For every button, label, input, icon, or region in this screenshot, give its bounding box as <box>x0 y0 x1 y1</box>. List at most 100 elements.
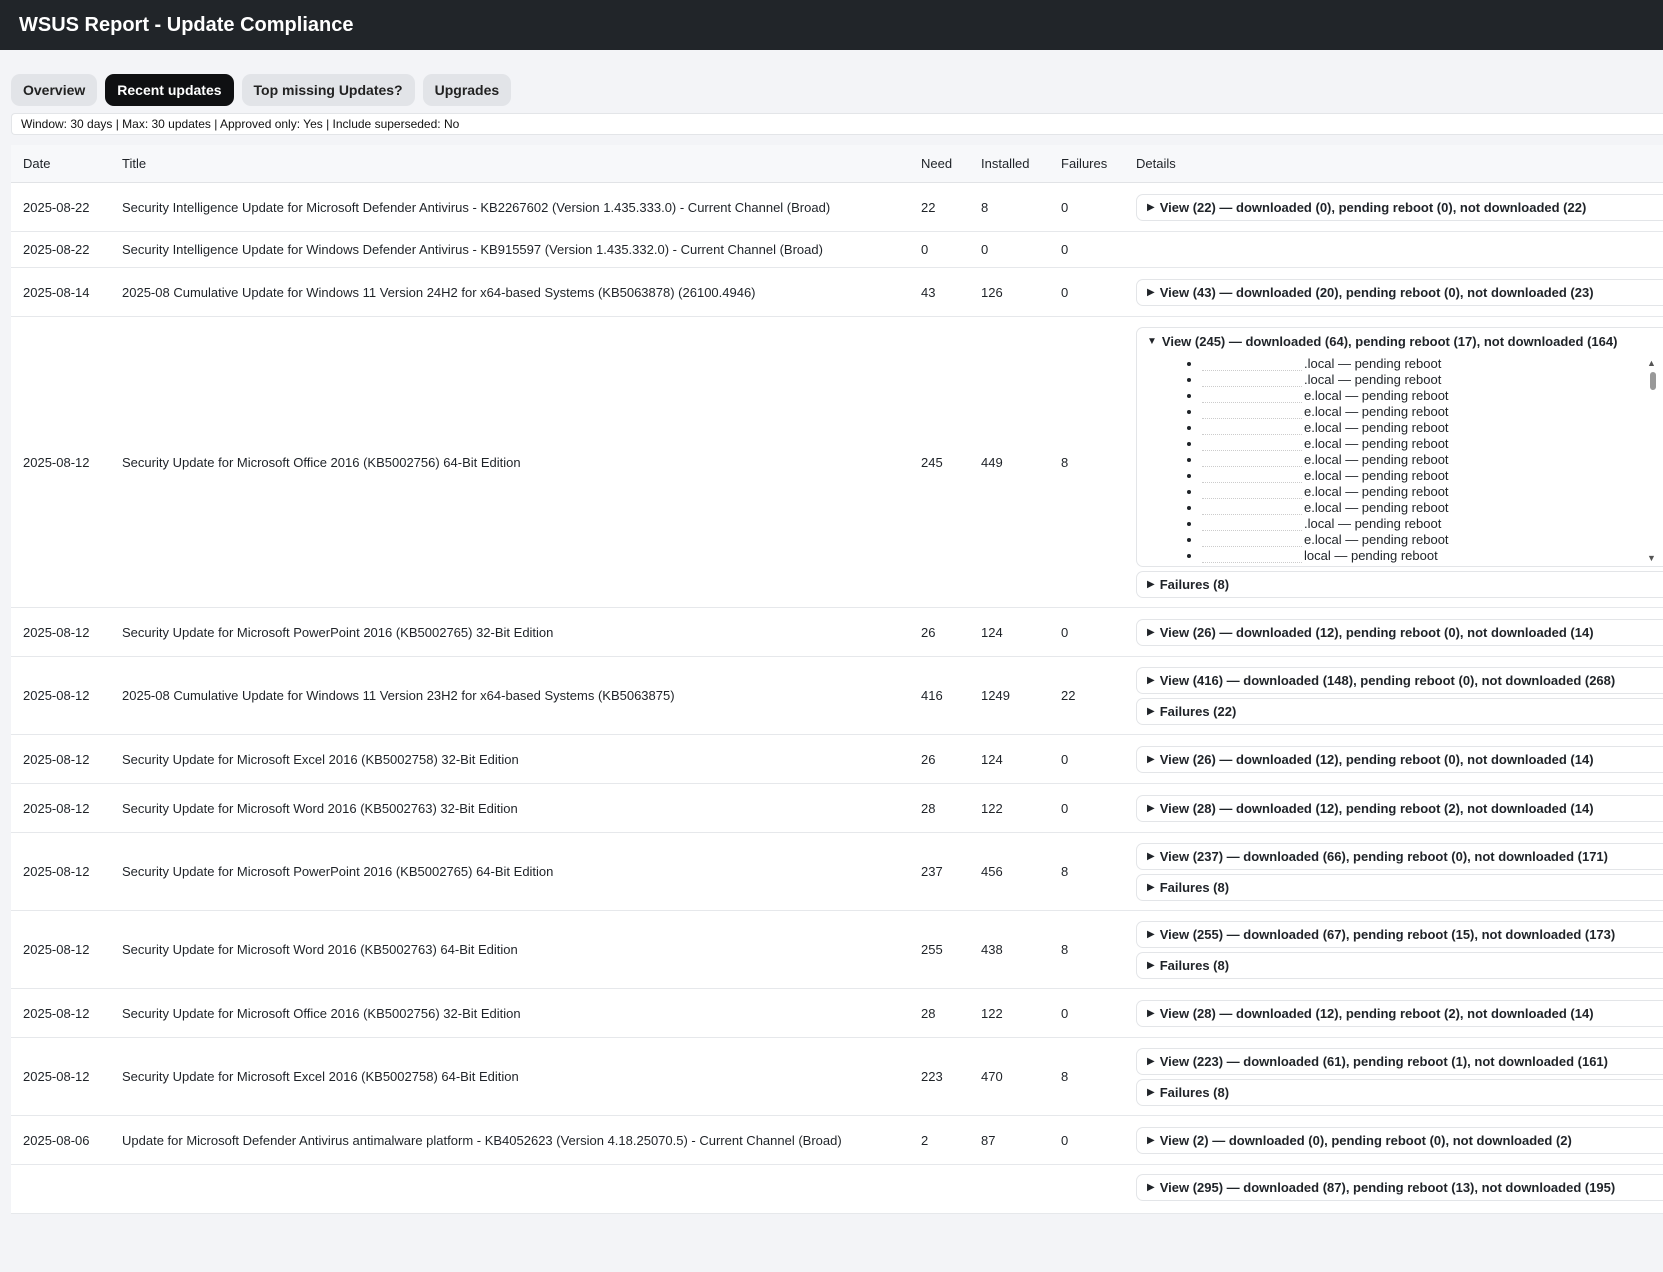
table-row: 2025-08-12 Security Update for Microsoft… <box>11 608 1663 657</box>
cell-date: 2025-08-12 <box>23 688 90 703</box>
cell-installed: 470 <box>981 1069 1003 1084</box>
list-item: .local — pending reboot <box>1202 372 1663 388</box>
failures-summary: Failures (22) <box>1159 703 1237 719</box>
view-details-toggle[interactable]: ▶ View (416) — downloaded (148), pending … <box>1136 666 1663 694</box>
list-item: e.local — pending reboot <box>1202 484 1663 500</box>
list-item: e.local — pending reboot <box>1202 468 1663 484</box>
cell-title: Security Intelligence Update for Windows… <box>122 242 823 257</box>
cell-details: ▶ View (255) — downloaded (67), pending r… <box>1136 920 1663 979</box>
view-details-toggle[interactable]: ▶ View (43) — downloaded (20), pending re… <box>1136 278 1663 306</box>
cell-date: 2025-08-12 <box>23 1005 90 1021</box>
view-details-toggle[interactable]: ▶ View (28) — downloaded (12), pending re… <box>1136 999 1663 1027</box>
cell-failures: 8 <box>1061 864 1069 879</box>
list-item: e.local — pending reboot <box>1202 436 1663 452</box>
table-row: 2025-08-12 Security Update for Microsoft… <box>11 911 1663 989</box>
list-item: local — pending reboot <box>1202 548 1663 564</box>
table-row: 2025-08-12 Security Update for Microsoft… <box>11 1038 1663 1116</box>
list-item: e.local — pending reboot <box>1202 500 1663 516</box>
view-details-toggle[interactable]: ▶ View (22) — downloaded (0), pending reb… <box>1136 193 1663 221</box>
table-row: 2025-08-12 Security Update for Microsoft… <box>11 833 1663 911</box>
scrollbar-thumb[interactable] <box>1650 371 1656 390</box>
cell-installed: 124 <box>981 751 1003 767</box>
view-summary: View (43) — downloaded (20), pending reb… <box>1159 284 1594 300</box>
view-summary: View (26) — downloaded (12), pending reb… <box>1159 751 1594 767</box>
cell-need: 416 <box>921 688 943 703</box>
failures-toggle[interactable]: ▶ Failures (8) <box>1136 951 1663 979</box>
failures-toggle[interactable]: ▶ Failures (8) <box>1136 570 1663 598</box>
triangle-right-icon: ▶ <box>1147 1007 1155 1019</box>
redacted-hostname <box>1202 373 1302 387</box>
cell-date: 2025-08-12 <box>23 864 90 879</box>
cell-title: 2025-08 Cumulative Update for Windows 11… <box>122 688 675 703</box>
list-item: e.local — pending reboot <box>1202 420 1663 436</box>
tab-top-missing-updates[interactable]: Top missing Updates? <box>241 74 415 106</box>
failures-summary: Failures (8) <box>1159 1084 1230 1100</box>
triangle-right-icon: ▶ <box>1147 753 1155 765</box>
view-details-toggle[interactable]: ▶ View (237) — downloaded (66), pending r… <box>1136 842 1663 870</box>
table-row: 2025-08-06 Update for Microsoft Defender… <box>11 1116 1663 1165</box>
cell-installed: 456 <box>981 864 1003 879</box>
triangle-right-icon: ▶ <box>1147 1134 1155 1146</box>
tab-upgrades[interactable]: Upgrades <box>422 74 512 106</box>
cell-title: Update for Microsoft Defender Antivirus … <box>122 1132 842 1148</box>
view-details-toggle[interactable]: ▶ View (26) — downloaded (12), pending re… <box>1136 618 1663 646</box>
cell-title: Security Intelligence Update for Microso… <box>122 199 831 215</box>
redacted-hostname <box>1202 549 1302 563</box>
cell-details: ▶ View (2) — downloaded (0), pending rebo… <box>1136 1126 1663 1154</box>
cell-title: Security Update for Microsoft Word 2016 … <box>122 800 518 816</box>
cell-failures: 22 <box>1061 688 1076 703</box>
cell-installed: 0 <box>981 242 989 257</box>
view-details-toggle[interactable]: ▶ View (223) — downloaded (61), pending r… <box>1136 1047 1663 1075</box>
view-summary: View (28) — downloaded (12), pending reb… <box>1159 800 1594 816</box>
host-list[interactable]: .local — pending reboot .local — pending… <box>1137 356 1663 564</box>
scroll-down-icon[interactable]: ▼ <box>1647 553 1656 563</box>
redacted-hostname <box>1202 517 1302 531</box>
view-details-toggle[interactable]: ▶ View (2) — downloaded (0), pending rebo… <box>1136 1126 1663 1154</box>
table-row: 2025-08-22 Security Intelligence Update … <box>11 232 1663 268</box>
failures-toggle[interactable]: ▶ Failures (8) <box>1136 873 1663 901</box>
host-list-scrollbar[interactable]: ▲ ▼ <box>1647 358 1659 563</box>
failures-toggle[interactable]: ▶ Failures (8) <box>1136 1078 1663 1106</box>
cell-need: 0 <box>921 242 929 257</box>
host-status: e.local — pending reboot <box>1304 387 1449 403</box>
list-item: e.local — pending reboot <box>1202 388 1663 404</box>
tab-overview[interactable]: Overview <box>11 74 98 106</box>
cell-need: 2 <box>921 1132 929 1148</box>
cell-failures: 0 <box>1061 624 1069 640</box>
failures-toggle[interactable]: ▶ Failures (22) <box>1136 697 1663 725</box>
host-status: e.local — pending reboot <box>1304 419 1449 435</box>
redacted-hostname <box>1202 469 1302 483</box>
view-details-toggle[interactable]: ▶ View (255) — downloaded (67), pending r… <box>1136 920 1663 948</box>
view-details-toggle[interactable]: ▶ View (295) — downloaded (87), pending r… <box>1136 1174 1663 1201</box>
header-details: Details <box>1136 156 1176 171</box>
cell-installed: 126 <box>981 284 1003 300</box>
view-details-toggle[interactable]: ▶ View (26) — downloaded (12), pending re… <box>1136 745 1663 773</box>
host-status: e.local — pending reboot <box>1304 483 1449 499</box>
failures-summary: Failures (8) <box>1159 879 1230 895</box>
scroll-up-icon[interactable]: ▲ <box>1647 358 1656 368</box>
cell-details: ▶ View (43) — downloaded (20), pending re… <box>1136 278 1663 306</box>
cell-title: Security Update for Microsoft Office 201… <box>122 454 521 470</box>
view-details-toggle[interactable]: ▼ View (245) — downloaded (64), pending r… <box>1137 327 1663 356</box>
triangle-right-icon: ▶ <box>1147 1182 1155 1193</box>
triangle-down-icon: ▼ <box>1147 336 1157 347</box>
cell-title: 2025-08 Cumulative Update for Windows 11… <box>122 284 756 300</box>
redacted-hostname <box>1202 405 1302 419</box>
table-row: 2025-08-14 2025-08 Cumulative Update for… <box>11 268 1663 317</box>
cell-details: ▶ View (237) — downloaded (66), pending r… <box>1136 842 1663 901</box>
cell-date: 2025-08-12 <box>23 454 90 470</box>
app-title: WSUS Report - Update Compliance <box>19 13 354 36</box>
host-status: e.local — pending reboot <box>1304 531 1449 547</box>
header-failures: Failures <box>1061 156 1108 171</box>
tab-recent-updates[interactable]: Recent updates <box>105 74 234 106</box>
host-status: e.local — pending reboot <box>1304 467 1449 483</box>
table-row: 2025-08-12 Security Update for Microsoft… <box>11 989 1663 1038</box>
redacted-hostname <box>1202 357 1302 371</box>
cell-date: 2025-08-12 <box>23 1069 90 1084</box>
view-summary: View (245) — downloaded (64), pending re… <box>1161 334 1618 349</box>
view-details-toggle[interactable]: ▶ View (28) — downloaded (12), pending re… <box>1136 794 1663 822</box>
header-need: Need <box>921 156 953 171</box>
triangle-right-icon: ▶ <box>1147 881 1155 893</box>
triangle-right-icon: ▶ <box>1147 802 1155 814</box>
cell-date: 2025-08-06 <box>23 1132 90 1148</box>
